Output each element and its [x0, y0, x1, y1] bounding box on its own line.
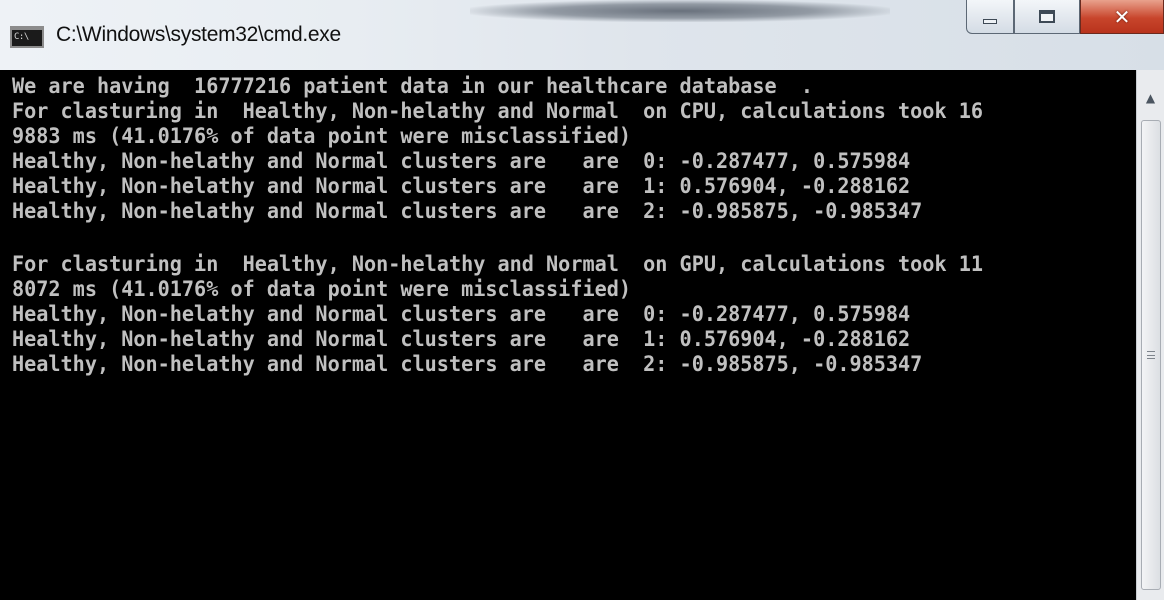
console-line: We are having 16777216 patient data in o… [12, 74, 814, 98]
console-line: 8072 ms (41.0176% of data point were mis… [12, 277, 632, 301]
close-button[interactable]: ✕ [1080, 0, 1164, 34]
scrollbar-thumb[interactable] [1141, 120, 1161, 590]
vertical-scrollbar[interactable]: ▲ [1136, 70, 1164, 600]
maximize-button[interactable] [1014, 0, 1080, 34]
console-line: Healthy, Non-helathy and Normal clusters… [12, 302, 911, 326]
minimize-icon [983, 19, 997, 24]
window-title: C:\Windows\system32\cmd.exe [56, 23, 341, 46]
close-icon: ✕ [1113, 4, 1131, 29]
maximize-icon [1039, 10, 1055, 23]
cmd-window: C:\ C:\Windows\system32\cmd.exe ✕ We are… [0, 0, 1164, 600]
console-line: 9883 ms (41.0176% of data point were mis… [12, 124, 632, 148]
console-output[interactable]: We are having 16777216 patient data in o… [0, 70, 1136, 600]
console-line: Healthy, Non-helathy and Normal clusters… [12, 327, 911, 351]
title-bar-glass-reflection [470, 0, 890, 22]
scroll-grip-icon [1147, 351, 1155, 359]
scroll-up-arrow-icon[interactable]: ▲ [1137, 78, 1164, 118]
cmd-app-icon[interactable]: C:\ [10, 26, 44, 48]
console-line: Healthy, Non-helathy and Normal clusters… [12, 149, 911, 173]
console-line: Healthy, Non-helathy and Normal clusters… [12, 199, 923, 223]
console-line: Healthy, Non-helathy and Normal clusters… [12, 174, 911, 198]
title-bar[interactable]: C:\ C:\Windows\system32\cmd.exe ✕ [0, 0, 1164, 70]
console-line: Healthy, Non-helathy and Normal clusters… [12, 352, 923, 376]
minimize-button[interactable] [966, 0, 1014, 34]
console-line: For clasturing in Healthy, Non-helathy a… [12, 252, 983, 276]
console-line: For clasturing in Healthy, Non-helathy a… [12, 99, 983, 123]
